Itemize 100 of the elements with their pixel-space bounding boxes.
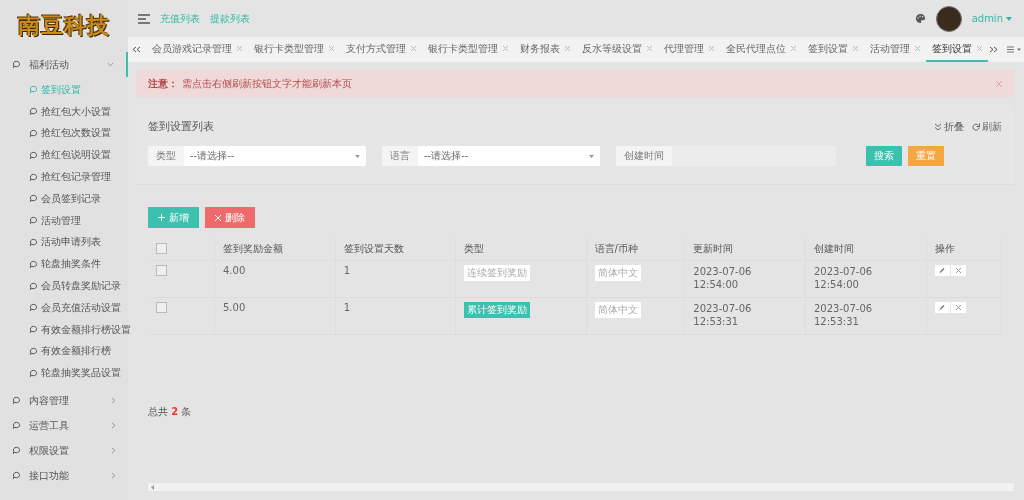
cross-icon xyxy=(215,214,221,221)
tab[interactable]: 会员游戏记录管理 xyxy=(146,37,248,62)
chat-bubble-icon xyxy=(29,346,38,356)
type-tag: 累计签到奖励 xyxy=(464,302,531,318)
chevron-right-icon xyxy=(111,472,116,480)
sidebar-item[interactable]: 会员签到记录 xyxy=(0,188,128,210)
column-header: 更新时间 xyxy=(684,238,806,261)
chat-bubble-icon xyxy=(12,60,21,69)
sidebar-item[interactable]: 轮盘抽奖条件 xyxy=(0,253,128,276)
checkbox[interactable] xyxy=(156,302,167,313)
menu-icon[interactable] xyxy=(138,13,150,24)
sidebar-item[interactable]: 抢红包大小设置 xyxy=(0,100,128,123)
chat-bubble-icon xyxy=(29,325,38,335)
close-icon[interactable] xyxy=(565,46,570,51)
caret-icon xyxy=(355,154,360,158)
tab[interactable]: 反水等级设置 xyxy=(576,37,658,62)
avatar[interactable] xyxy=(935,5,962,32)
panel-action-link[interactable]: 折叠 xyxy=(934,119,964,134)
table-cell-text: 2023-07-06 12:54:00 xyxy=(693,265,753,291)
chat-bubble-icon xyxy=(29,259,38,269)
column-header: 类型 xyxy=(455,238,586,261)
tab[interactable]: 签到设置 xyxy=(926,37,988,62)
sidebar-item[interactable]: 活动管理 xyxy=(0,209,128,232)
sidebar-item[interactable]: 会员转盘奖励记录 xyxy=(0,275,128,297)
sidebar-item[interactable]: 抢红包说明设置 xyxy=(0,144,128,167)
close-icon[interactable] xyxy=(411,46,416,51)
checkbox[interactable] xyxy=(156,242,167,254)
delete-row-button[interactable] xyxy=(950,265,966,276)
chevron-right-icon xyxy=(111,397,116,405)
checkbox[interactable] xyxy=(156,265,167,276)
close-icon[interactable] xyxy=(503,46,508,51)
table-cell: 2023-07-06 12:53:31 xyxy=(814,302,874,328)
sidebar-item[interactable]: 会员充值活动设置 xyxy=(0,296,128,319)
caret-icon[interactable] xyxy=(1006,16,1012,21)
close-icon[interactable] xyxy=(709,46,714,51)
chat-bubble-icon xyxy=(12,471,21,481)
close-icon[interactable] xyxy=(647,46,652,51)
sidebar-group[interactable]: 接口功能 xyxy=(0,463,128,489)
table-cell-text: 5.00 xyxy=(223,302,247,313)
column-header: 签到奖励金额 xyxy=(214,238,336,261)
panel-title: 签到设置列表 xyxy=(148,119,215,134)
tab[interactable]: 银行卡类型管理 xyxy=(422,37,514,62)
sidebar-group[interactable]: 权限设置 xyxy=(0,438,128,464)
tab[interactable]: 代理管理 xyxy=(658,37,720,62)
sidebar-group[interactable]: 内容管理 xyxy=(0,388,128,414)
double-chevron-down-icon xyxy=(934,122,942,131)
horizontal-scrollbar[interactable] xyxy=(148,483,1014,491)
close-icon[interactable] xyxy=(237,46,242,51)
delete-row-button[interactable] xyxy=(950,302,966,313)
sidebar-item[interactable]: 抢红包次数设置 xyxy=(0,122,128,145)
close-icon xyxy=(955,305,961,310)
tab[interactable]: 全民代理点位 xyxy=(720,37,802,62)
sidebar-item[interactable]: 抢红包记录管理 xyxy=(0,166,128,188)
chat-bubble-icon xyxy=(29,216,38,226)
close-icon xyxy=(955,268,961,273)
table-cell-text: 2023-07-06 12:53:31 xyxy=(693,302,753,328)
sidebar-item[interactable]: 有效金额排行榜 xyxy=(0,340,128,363)
tab[interactable]: 活动管理 xyxy=(864,37,926,62)
alert-message: 需点击右侧刷新按钮文字才能刷新本页 xyxy=(182,76,352,91)
sidebar-item[interactable]: 轮盘抽奖奖品设置 xyxy=(0,362,128,385)
chat-bubble-icon xyxy=(12,446,21,456)
refresh-icon xyxy=(972,122,980,131)
close-icon[interactable] xyxy=(915,46,920,51)
left-arrow-icon[interactable] xyxy=(151,484,154,490)
table-cell-text: 4.00 xyxy=(223,265,247,276)
palette-icon[interactable] xyxy=(914,13,926,24)
language-tag: 简体中文 xyxy=(594,265,641,281)
column-header: 签到设置天数 xyxy=(335,238,456,261)
close-icon[interactable] xyxy=(853,46,858,51)
pencil-icon xyxy=(939,304,946,311)
chat-bubble-icon xyxy=(29,150,38,160)
tab[interactable]: 银行卡类型管理 xyxy=(248,37,340,62)
tab[interactable]: 签到设置 xyxy=(802,37,864,62)
field-label: 创建时间 xyxy=(616,146,672,166)
chat-bubble-icon xyxy=(29,281,38,291)
sidebar-group[interactable]: 运营工具 xyxy=(0,413,128,439)
sidebar-item[interactable]: 活动申请列表 xyxy=(0,231,128,254)
table-cell-text: 1 xyxy=(343,302,352,313)
alert-label: 注意： xyxy=(148,76,178,91)
edit-button[interactable] xyxy=(934,302,950,313)
chat-bubble-icon xyxy=(12,421,21,431)
close-icon[interactable] xyxy=(996,80,1002,87)
total-count: 总共 2 条 xyxy=(148,405,193,419)
plus-icon xyxy=(158,214,165,221)
edit-button[interactable] xyxy=(934,265,950,276)
close-icon[interactable] xyxy=(977,46,982,51)
close-icon[interactable] xyxy=(791,46,796,51)
chat-bubble-icon xyxy=(29,129,38,138)
chat-bubble-icon xyxy=(29,85,38,95)
column-header: 语言/币种 xyxy=(586,238,685,261)
chat-bubble-icon xyxy=(29,303,38,313)
tab[interactable]: 支付方式管理 xyxy=(340,37,422,62)
language-tag: 简体中文 xyxy=(594,302,641,318)
field-label: 语言 xyxy=(382,146,418,166)
logo-text: 南豆科技 xyxy=(17,11,111,40)
panel-action-link[interactable]: 刷新 xyxy=(972,119,1002,134)
chat-bubble-icon xyxy=(29,194,38,204)
tab[interactable]: 财务报表 xyxy=(514,37,576,62)
chevron-right-icon xyxy=(111,447,116,455)
close-icon[interactable] xyxy=(329,46,334,51)
